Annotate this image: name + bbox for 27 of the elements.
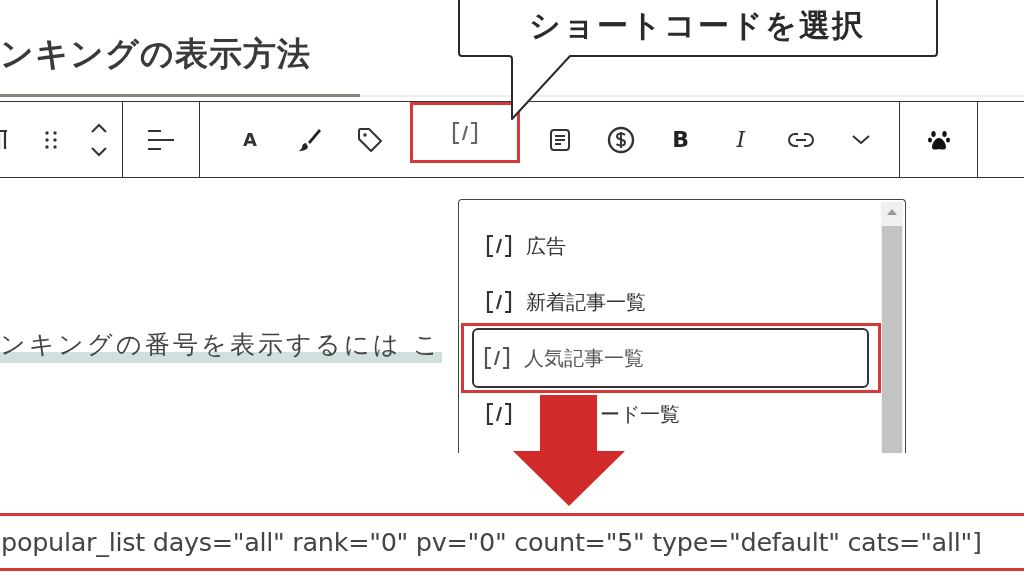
shortcode-icon — [486, 403, 512, 425]
drag-handle-icon[interactable] — [45, 129, 57, 150]
link-icon[interactable] — [786, 131, 815, 148]
dollar-coin-icon[interactable] — [606, 125, 635, 154]
dropdown-item[interactable]: 人気記事一覧 — [461, 323, 881, 393]
shortcode-icon — [486, 291, 512, 313]
move-up-down-icon[interactable] — [89, 122, 109, 157]
section-heading: ンキングの表示方法 — [0, 33, 311, 75]
dropdown-item[interactable]: 広告 — [526, 232, 566, 260]
shortcode-icon — [486, 235, 512, 257]
shortcode-button[interactable] — [410, 102, 521, 163]
shortcode-icon — [484, 347, 510, 369]
italic-button[interactable]: I — [720, 119, 761, 160]
tag-icon[interactable] — [357, 126, 384, 153]
brush-icon[interactable] — [299, 127, 322, 152]
shortcode-icon — [452, 121, 479, 144]
dropdown-item[interactable]: ード一覧 — [600, 400, 680, 428]
document-icon[interactable] — [550, 128, 571, 151]
scrollbar[interactable] — [881, 202, 903, 453]
align-icon[interactable] — [147, 128, 175, 151]
shortcode-text: popular_list days="all" rank="0" pv="0" count="5" type="default" cats="all"] — [0, 527, 982, 557]
chevron-down-icon[interactable] — [852, 134, 870, 145]
text-color-button[interactable]: A — [230, 119, 270, 160]
paw-icon[interactable] — [927, 128, 950, 151]
dropdown-item[interactable]: 新着記事一覧 — [526, 288, 646, 316]
bold-button[interactable]: B — [660, 119, 701, 160]
callout-text: ショートコードを選択 — [528, 6, 866, 45]
